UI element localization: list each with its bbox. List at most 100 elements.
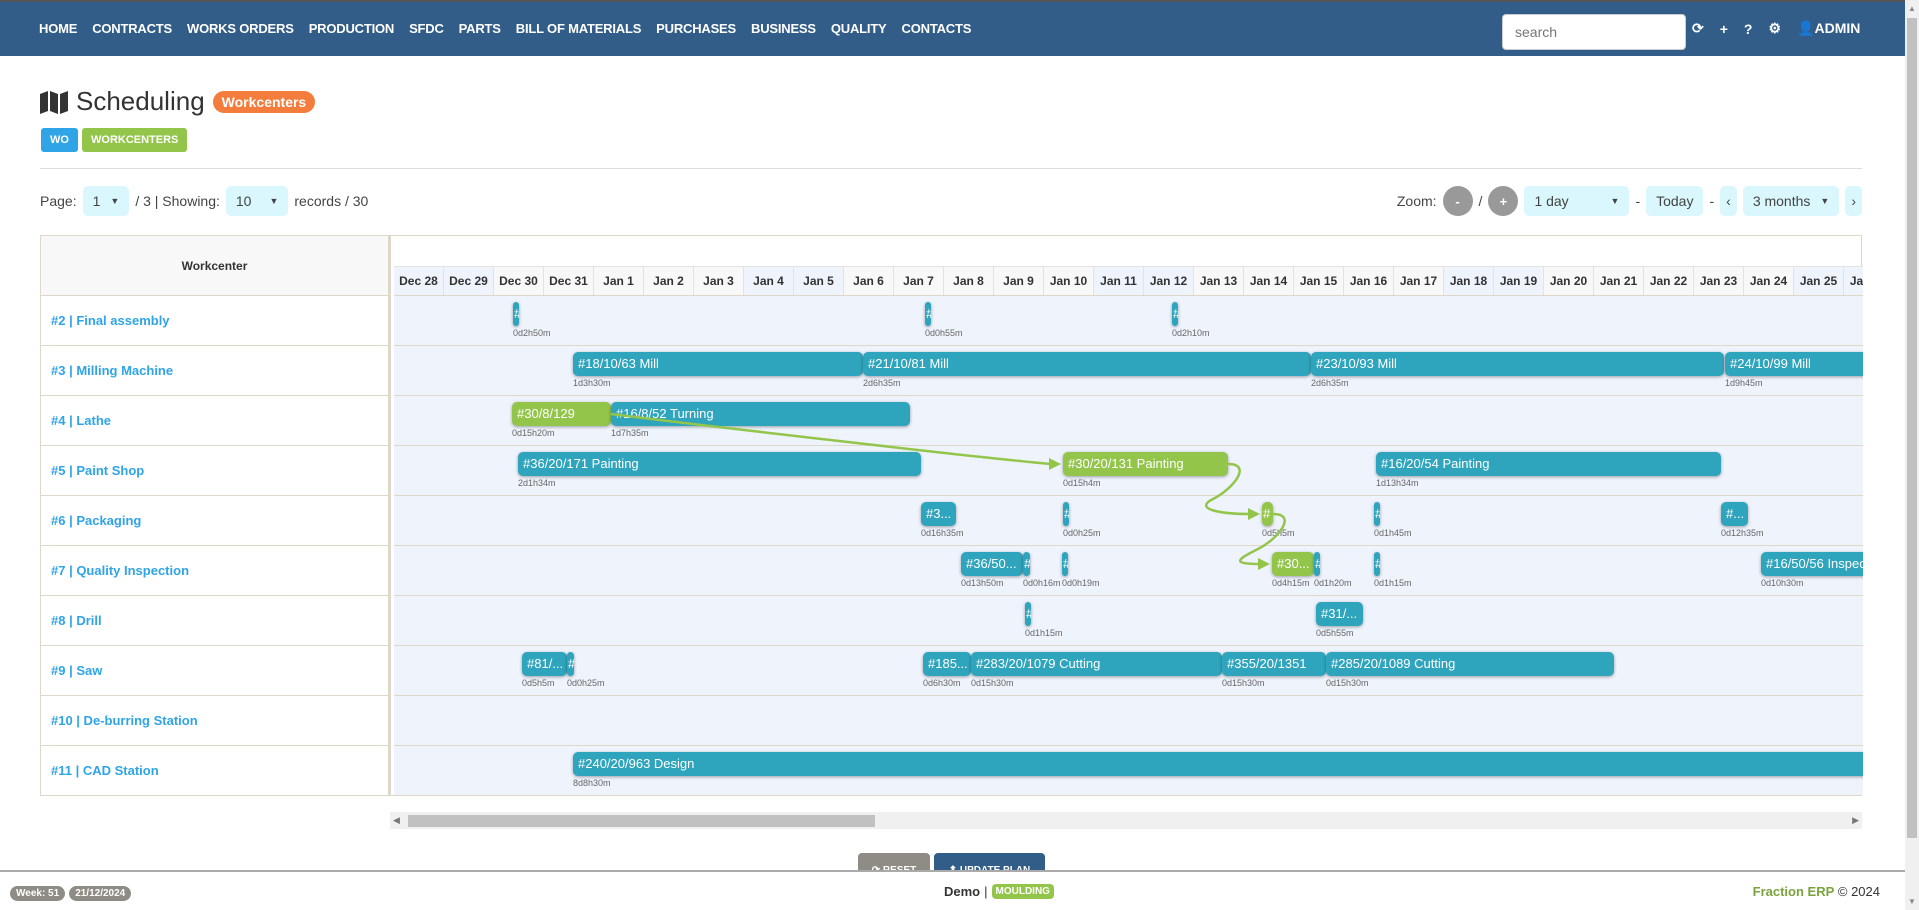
zoom-in-button[interactable]: + (1488, 186, 1519, 216)
horizontal-scrollbar[interactable]: ◀ ▶ (390, 812, 1862, 829)
workcenter-link[interactable]: #7 | Quality Inspection (41, 546, 391, 596)
page-header: Scheduling Workcenters (40, 86, 316, 117)
task-bar[interactable]: #30/8/129 (512, 402, 611, 426)
gear-icon[interactable]: ⚙ (1768, 20, 1781, 37)
nav-item-quality[interactable]: QUALITY (831, 21, 887, 36)
workcenter-link[interactable]: #10 | De-burring Station (41, 696, 391, 746)
refresh-icon[interactable]: ⟳ (1692, 20, 1704, 37)
task-bar[interactable]: #16/50/56 Inspection (1761, 552, 1863, 576)
task-bar[interactable]: #3... (921, 502, 956, 526)
day-label: Jan 11 (1094, 267, 1144, 295)
task-bar[interactable]: #... (1721, 502, 1748, 526)
page-select[interactable]: 1 ▼ (82, 186, 130, 216)
vertical-scrollbar[interactable]: ▲ ▼ (1905, 0, 1919, 910)
search-input[interactable] (1502, 14, 1686, 50)
task-bar[interactable]: # (1374, 502, 1380, 526)
prev-button[interactable]: ‹ (1720, 186, 1737, 216)
scale-select[interactable]: 1 day ▼ (1524, 186, 1630, 216)
task-bar[interactable]: #16/20/54 Painting (1376, 452, 1721, 476)
day-label: Jan 1 (594, 267, 644, 295)
task-bar[interactable]: # (1025, 602, 1031, 626)
workcenter-link[interactable]: #5 | Paint Shop (41, 446, 391, 496)
chevron-down-icon: ▼ (110, 196, 120, 206)
scrollbar-thumb[interactable] (408, 815, 875, 827)
day-label: Jan 25 (1794, 267, 1844, 295)
task-bar[interactable]: #18/10/63 Mill (573, 352, 863, 376)
nav-item-sfdc[interactable]: SFDC (409, 21, 444, 36)
moulding-badge: MOULDING (991, 884, 1054, 899)
workcenter-link[interactable]: #6 | Packaging (41, 496, 391, 546)
task-duration: 2d6h35m (863, 378, 901, 388)
nav-item-home[interactable]: HOME (39, 21, 77, 36)
main-menu: HOME CONTRACTS WORKS ORDERS PRODUCTION SFDC P… (39, 21, 986, 36)
next-button[interactable]: › (1845, 186, 1862, 216)
task-bar[interactable]: #31/... (1316, 602, 1363, 626)
workcenter-link[interactable]: #3 | Milling Machine (41, 346, 391, 396)
task-bar[interactable]: # (1314, 552, 1320, 576)
task-bar[interactable]: #283/20/1079 Cutting (971, 652, 1222, 676)
showing-select[interactable]: 10 ▼ (225, 186, 289, 216)
task-bar[interactable]: # (513, 302, 519, 326)
timeline-row: #240/20/963 Design 8d8h30m (394, 746, 1863, 795)
gantt-chart: Workcenter #2 | Final assembly #3 | Milli… (40, 235, 1863, 796)
task-bar[interactable]: #185... (923, 652, 971, 676)
task-bar[interactable]: #36/50... (961, 552, 1023, 576)
day-label: Jan 4 (744, 267, 794, 295)
scroll-right-icon[interactable]: ▶ (1852, 815, 1859, 826)
workcenter-column-header: Workcenter (41, 236, 391, 296)
workcenter-link[interactable]: #11 | CAD Station (41, 746, 391, 796)
task-bar[interactable]: # (1023, 552, 1030, 576)
task-bar[interactable]: #285/20/1089 Cutting (1326, 652, 1614, 676)
day-label: Jan 18 (1444, 267, 1494, 295)
workcenter-link[interactable]: #4 | Lathe (41, 396, 391, 446)
range-select[interactable]: 3 months ▼ (1742, 186, 1840, 216)
nav-item-bill-of-materials[interactable]: BILL OF MATERIALS (516, 21, 642, 36)
timeline-row: #36/50...0d13h50m#0d0h16m#0d0h19m#30...0… (394, 546, 1863, 596)
day-label: Jan 7 (894, 267, 944, 295)
week-badge: Week: 51 (10, 886, 66, 901)
task-bar[interactable]: #21/10/81 Mill (863, 352, 1311, 376)
nav-item-works-orders[interactable]: WORKS ORDERS (187, 21, 294, 36)
task-bar[interactable]: #30... (1272, 552, 1314, 576)
separator: - (1709, 193, 1715, 209)
task-duration: 8d8h30m (573, 778, 611, 788)
task-bar[interactable]: #240/20/963 Design (573, 752, 1863, 776)
day-label: Jan 12 (1144, 267, 1194, 295)
nav-item-contacts[interactable]: CONTACTS (902, 21, 972, 36)
task-bar[interactable]: # (1172, 302, 1178, 326)
plus-icon[interactable]: + (1720, 21, 1728, 37)
task-bar[interactable]: #81/... (522, 652, 567, 676)
task-bar[interactable]: # (1063, 502, 1069, 526)
task-duration: 0d4h15m (1272, 578, 1310, 588)
help-icon[interactable]: ? (1744, 21, 1753, 37)
scroll-left-icon[interactable]: ◀ (393, 815, 400, 826)
task-bar[interactable]: #23/10/93 Mill (1311, 352, 1724, 376)
user-menu[interactable]: 👤ADMIN (1797, 20, 1860, 37)
task-bar[interactable]: # (1262, 502, 1273, 526)
separator: - (1635, 193, 1641, 209)
nav-item-parts[interactable]: PARTS (459, 21, 501, 36)
chevron-down-icon: ▼ (1610, 196, 1620, 206)
nav-item-production[interactable]: PRODUCTION (309, 21, 395, 36)
wo-button[interactable]: WO (41, 128, 78, 152)
task-bar[interactable]: #36/20/171 Painting (518, 452, 921, 476)
day-label: Dec 28 (394, 267, 444, 295)
task-bar[interactable]: # (925, 302, 931, 326)
zoom-out-button[interactable]: - (1442, 186, 1473, 216)
workcenter-link[interactable]: #2 | Final assembly (41, 296, 391, 346)
task-bar[interactable]: #16/8/52 Turning (611, 402, 910, 426)
nav-item-contracts[interactable]: CONTRACTS (92, 21, 172, 36)
nav-item-business[interactable]: BUSINESS (751, 21, 816, 36)
task-bar[interactable]: #24/10/99 Mill (1725, 352, 1863, 376)
nav-item-purchases[interactable]: PURCHASES (656, 21, 736, 36)
task-bar[interactable]: # (1374, 552, 1380, 576)
task-bar[interactable]: #355/20/1351 (1222, 652, 1326, 676)
task-bar[interactable]: #30/20/131 Painting (1063, 452, 1228, 476)
workcenters-button[interactable]: WORKCENTERS (82, 128, 188, 152)
task-bar[interactable]: # (567, 652, 574, 676)
day-label: Jan 6 (844, 267, 894, 295)
today-button[interactable]: Today (1646, 186, 1704, 216)
workcenter-link[interactable]: #8 | Drill (41, 596, 391, 646)
task-bar[interactable]: # (1062, 552, 1068, 576)
workcenter-link[interactable]: #9 | Saw (41, 646, 391, 696)
